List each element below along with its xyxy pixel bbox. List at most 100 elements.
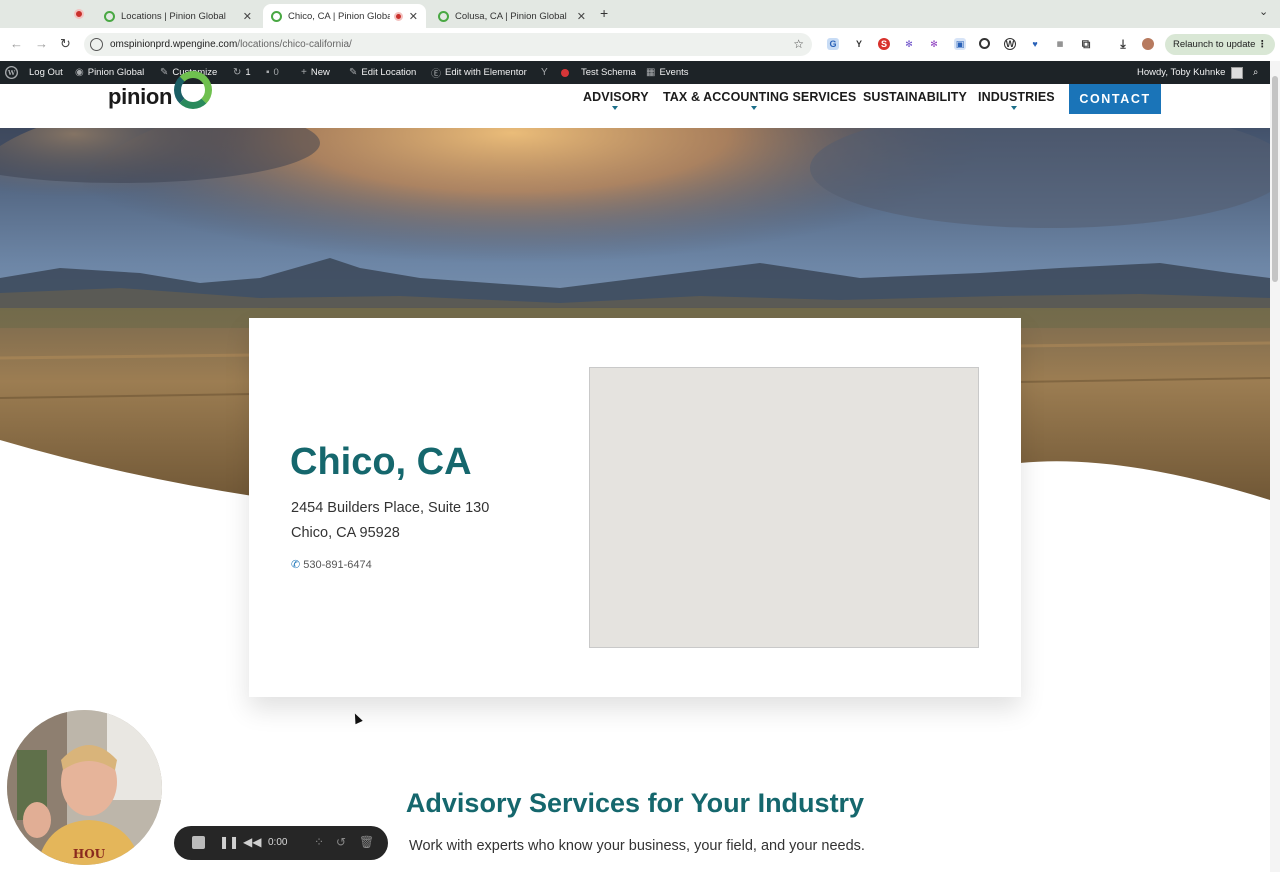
admin-new-label: New	[310, 67, 330, 78]
extension-off-icon[interactable]: ▦	[1054, 38, 1066, 50]
tab-recording-icon	[393, 11, 403, 21]
pinion-ring-icon	[174, 71, 213, 109]
svg-text:HOU: HOU	[73, 847, 106, 861]
browser-menu-icon[interactable]: ⋮	[1258, 39, 1268, 50]
forward-icon[interactable]: →	[35, 36, 48, 51]
admin-comments-count: 0	[273, 67, 279, 78]
restart-icon[interactable]: ↺	[336, 835, 346, 849]
extension-circle-icon[interactable]	[979, 38, 990, 49]
extension-purple-icon[interactable]: ✻	[928, 38, 940, 50]
nav-tax-accounting[interactable]: TAX & ACCOUNTING SERVICES	[663, 90, 856, 104]
chevron-down-icon	[1011, 106, 1017, 110]
phone-number: 530-891-6474	[303, 558, 372, 571]
dashboard-icon: ◉	[75, 67, 84, 78]
admin-edit-elementor[interactable]: Ⓔ Edit with Elementor	[431, 61, 527, 84]
yoast-icon: Y	[541, 67, 548, 78]
admin-account[interactable]: Howdy, Toby Kuhnke	[1137, 61, 1244, 84]
relaunch-label: Relaunch to update	[1173, 39, 1256, 50]
recording-indicator-icon	[74, 9, 84, 19]
extension-badge-icon[interactable]: ▣	[954, 38, 966, 50]
browser-tab-chico[interactable]: Chico, CA | Pinion Global ✕	[263, 4, 426, 28]
admin-events-label: Events	[659, 67, 689, 78]
drag-grid-icon[interactable]: ⁘	[314, 835, 324, 849]
pinion-favicon-icon	[438, 10, 449, 22]
contact-button[interactable]: CONTACT	[1069, 84, 1161, 114]
webcam-bubble[interactable]: HOU	[7, 710, 162, 865]
tab-close-icon[interactable]: ✕	[409, 10, 418, 23]
url-path: /locations/chico-california/	[237, 39, 352, 50]
bookmark-star-icon[interactable]: ☆	[793, 37, 804, 51]
admin-test-schema[interactable]: Test Schema	[581, 61, 636, 84]
extension-translate-icon[interactable]: G	[827, 38, 839, 50]
logo-wordmark: pinion	[108, 84, 173, 109]
nav-advisory[interactable]: ADVISORY	[583, 90, 649, 104]
pause-icon[interactable]: ❚❚	[219, 835, 239, 849]
rewind-icon[interactable]: ◀◀	[243, 835, 261, 849]
reload-icon[interactable]: ↻	[60, 36, 71, 52]
comment-bubble-icon: ▪	[266, 67, 270, 78]
plus-icon: +	[301, 67, 307, 78]
admin-howdy: Howdy, Toby Kuhnke	[1137, 67, 1226, 78]
back-icon[interactable]: ←	[10, 36, 23, 51]
admin-updates[interactable]: ↻ 1	[233, 61, 251, 84]
user-avatar	[1231, 66, 1244, 79]
recording-controls: ❚❚ ◀◀ 0:00 ⁘ ↺ 🗑	[174, 826, 388, 860]
mouse-cursor-icon	[351, 711, 363, 725]
events-calendar-icon: ▦	[646, 67, 656, 78]
url-host: omspinionprd.wpengine.com	[110, 39, 238, 50]
location-map[interactable]	[589, 367, 979, 648]
elementor-icon: Ⓔ	[431, 69, 441, 80]
nav-sustainability[interactable]: SUSTAINABILITY	[863, 90, 967, 104]
trash-icon[interactable]: 🗑	[359, 835, 374, 849]
extension-wordpress-icon[interactable]: W	[1004, 38, 1016, 50]
site-info-icon[interactable]	[90, 38, 103, 51]
browser-tab-strip: Locations | Pinion Global ✕ Chico, CA | …	[0, 0, 1280, 28]
admin-site-name-label: Pinion Global	[87, 67, 145, 78]
admin-new[interactable]: + New	[301, 61, 330, 84]
extension-gear-purple-icon[interactable]: ✻	[903, 38, 915, 50]
site-header: pinion ADVISORY TAX & ACCOUNTING SERVICE…	[0, 71, 1270, 128]
admin-updates-count: 1	[245, 67, 251, 78]
browser-tab-locations[interactable]: Locations | Pinion Global ✕	[96, 4, 260, 28]
downloads-icon[interactable]: ⤓	[1117, 37, 1129, 51]
phone-icon: ✆	[291, 559, 301, 571]
nav-industries[interactable]: INDUSTRIES	[978, 90, 1055, 104]
new-tab-icon[interactable]: +	[600, 5, 608, 21]
svg-text:W: W	[7, 69, 16, 77]
admin-edit-elementor-label: Edit with Elementor	[445, 67, 527, 78]
chevron-down-icon	[751, 106, 757, 110]
admin-logout[interactable]: Log Out	[29, 61, 63, 84]
admin-yoast[interactable]: Y	[541, 61, 552, 84]
tab-title: Locations | Pinion Global	[121, 10, 226, 22]
extension-yoast-icon[interactable]: Y	[853, 38, 865, 50]
tab-close-icon[interactable]: ✕	[243, 10, 252, 23]
relaunch-update-button[interactable]: Relaunch to update ⋮	[1165, 34, 1275, 55]
address-line-1: 2454 Builders Place, Suite 130	[291, 500, 490, 516]
extensions-puzzle-icon[interactable]: ⧉	[1080, 37, 1092, 51]
stop-recording-button[interactable]	[192, 836, 205, 849]
pinion-favicon-icon	[104, 10, 115, 22]
tab-title: Chico, CA | Pinion Global	[288, 10, 390, 22]
admin-comments[interactable]: ▪ 0	[266, 61, 279, 84]
section-title: Advisory Services for Your Industry	[405, 788, 865, 818]
pencil-icon: ✎	[349, 67, 358, 78]
profile-avatar[interactable]	[1142, 38, 1154, 50]
tab-title: Colusa, CA | Pinion Global	[455, 10, 567, 22]
phone-link[interactable]: ✆ 530-891-6474	[291, 558, 372, 572]
wordpress-logo-icon[interactable]: W	[5, 61, 18, 84]
extension-red-icon[interactable]: S	[878, 38, 890, 50]
address-line-2: Chico, CA 95928	[291, 525, 400, 541]
site-logo[interactable]: pinion	[108, 71, 213, 118]
location-title: Chico, CA	[290, 441, 472, 483]
admin-edit-location[interactable]: ✎ Edit Location	[349, 61, 416, 84]
tab-search-chevron-icon[interactable]: ⌄	[1259, 5, 1268, 18]
admin-site-name[interactable]: ◉ Pinion Global	[75, 61, 144, 84]
admin-edit-location-label: Edit Location	[361, 67, 417, 78]
tab-close-icon[interactable]: ✕	[577, 10, 586, 23]
browser-tab-colusa[interactable]: Colusa, CA | Pinion Global ✕	[430, 4, 594, 28]
address-bar[interactable]: omspinionprd.wpengine.com/locations/chic…	[84, 33, 812, 56]
scrollbar-thumb[interactable]	[1272, 76, 1278, 282]
admin-events[interactable]: ▦ Events	[646, 61, 689, 84]
extension-heart-icon[interactable]: ♥	[1029, 38, 1041, 50]
admin-search-icon[interactable]: ⌕	[1253, 61, 1258, 84]
